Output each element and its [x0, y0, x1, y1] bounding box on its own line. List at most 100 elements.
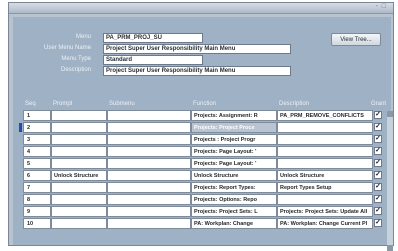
grant-checkbox[interactable]: ✓ — [374, 135, 382, 143]
function-cell[interactable]: Projects: Project Sets: L — [191, 206, 277, 217]
function-cell[interactable]: Projects: Options: Repo — [191, 194, 277, 205]
prompt-cell[interactable] — [51, 122, 107, 133]
prompt-cell[interactable] — [51, 182, 107, 193]
grant-cell[interactable]: ✓ — [373, 206, 385, 217]
prompt-cell[interactable] — [51, 158, 107, 169]
seq-cell[interactable]: 10 — [23, 218, 51, 229]
window-titlebar: ‐ □ — [9, 3, 393, 14]
grant-checkbox[interactable]: ✓ — [374, 219, 382, 227]
seq-cell[interactable]: 8 — [23, 194, 51, 205]
grant-checkbox[interactable]: ✓ — [374, 207, 382, 215]
description-cell[interactable]: Unlock Structure — [277, 170, 373, 181]
function-cell[interactable]: Projects: Page Layout: ' — [191, 146, 277, 157]
column-header-prompt: Prompt — [53, 101, 73, 107]
seq-cell[interactable]: 2 — [23, 122, 51, 133]
prompt-cell[interactable] — [51, 146, 107, 157]
table-row[interactable]: 10 PA: Workplan: Change PA: Workplan: Chan… — [23, 218, 385, 229]
grant-cell[interactable]: ✓ — [373, 158, 385, 169]
table-row[interactable]: 8 Projects: Options: Repo ✓ — [23, 194, 385, 205]
menu-label: Menu — [75, 34, 91, 40]
description-cell[interactable]: Report Types Setup — [277, 182, 373, 193]
grant-checkbox[interactable]: ✓ — [374, 195, 382, 203]
function-cell[interactable]: Projects: Project Proce — [191, 122, 277, 133]
table-row[interactable]: 5 Projects: Page Layout: ' ✓ — [23, 158, 385, 169]
seq-cell[interactable]: 6 — [23, 170, 51, 181]
menu-form-panel: Menu PA_PRM_PROJ_SU User Menu Name Proje… — [13, 17, 393, 251]
prompt-cell[interactable]: Unlock Structure — [51, 170, 107, 181]
seq-cell[interactable]: 3 — [23, 134, 51, 145]
grant-checkbox[interactable]: ✓ — [374, 171, 382, 179]
table-row[interactable]: 4 Projects: Page Layout: ' ✓ — [23, 146, 385, 157]
prompt-cell[interactable] — [51, 110, 107, 121]
seq-cell[interactable]: 5 — [23, 158, 51, 169]
description-field[interactable]: Project Super User Responsibility Main M… — [103, 66, 291, 76]
prompt-cell[interactable] — [51, 134, 107, 145]
grant-checkbox[interactable]: ✓ — [374, 123, 382, 131]
function-cell[interactable]: Projects: Assignment: R — [191, 110, 277, 121]
table-row[interactable]: 6 Unlock Structure Unlock Structure Unlock … — [23, 170, 385, 181]
column-header-submenu: Submenu — [109, 101, 135, 107]
prompt-cell[interactable] — [51, 218, 107, 229]
submenu-cell[interactable] — [107, 170, 191, 181]
column-header-function: Function — [193, 101, 217, 107]
function-cell[interactable]: PA: Workplan: Change — [191, 218, 277, 229]
submenu-cell[interactable] — [107, 110, 191, 121]
table-row[interactable]: 1 Projects: Assignment: R PA_PRM_REMOVE_CO… — [23, 110, 385, 121]
description-cell[interactable] — [277, 194, 373, 205]
submenu-cell[interactable] — [107, 158, 191, 169]
description-cell[interactable]: PA_PRM_REMOVE_CONFLICTS — [277, 110, 373, 121]
seq-cell[interactable]: 7 — [23, 182, 51, 193]
description-cell[interactable]: Projects: Project Sets: Update All — [277, 206, 373, 217]
grant-cell[interactable]: ✓ — [373, 134, 385, 145]
table-row[interactable]: 9 Projects: Project Sets: L Projects: Proj… — [23, 206, 385, 217]
prompt-cell[interactable] — [51, 206, 107, 217]
grant-cell[interactable]: ✓ — [373, 170, 385, 181]
seq-cell[interactable]: 4 — [23, 146, 51, 157]
menus-window: ‐ □ Menu PA_PRM_PROJ_SU User Menu Name P… — [8, 2, 394, 251]
grant-checkbox[interactable]: ✓ — [374, 183, 382, 191]
menu-type-field[interactable]: Standard — [103, 55, 203, 65]
table-row[interactable]: 3 Projects : Project Progr ✓ — [23, 134, 385, 145]
description-cell[interactable] — [277, 158, 373, 169]
view-tree-button[interactable]: View Tree... — [331, 33, 381, 46]
submenu-cell[interactable] — [107, 134, 191, 145]
window-controls-icon[interactable]: ‐ □ — [375, 3, 387, 10]
description-label: Description — [60, 67, 91, 73]
description-cell[interactable] — [277, 134, 373, 145]
menu-type-label: Menu Type — [61, 56, 91, 62]
seq-cell[interactable]: 1 — [23, 110, 51, 121]
submenu-cell[interactable] — [107, 146, 191, 157]
description-cell[interactable]: PA: Workplan: Change Current Pl — [277, 218, 373, 229]
function-cell[interactable]: Projects: Page Layout: ' — [191, 158, 277, 169]
function-cell[interactable]: Projects : Project Progr — [191, 134, 277, 145]
function-cell[interactable]: Projects: Report Types: — [191, 182, 277, 193]
grant-cell[interactable]: ✓ — [373, 218, 385, 229]
grant-checkbox[interactable]: ✓ — [374, 159, 382, 167]
grant-cell[interactable]: ✓ — [373, 194, 385, 205]
menu-field[interactable]: PA_PRM_PROJ_SU — [103, 33, 203, 43]
submenu-cell[interactable] — [107, 182, 191, 193]
function-cell[interactable]: Unlock Structure — [191, 170, 277, 181]
submenu-cell[interactable] — [107, 206, 191, 217]
user-menu-name-field[interactable]: Project Super User Responsibility Main M… — [103, 44, 291, 54]
grant-cell[interactable]: ✓ — [373, 146, 385, 157]
scroll-down-icon[interactable] — [387, 245, 393, 251]
seq-cell[interactable]: 9 — [23, 206, 51, 217]
grant-cell[interactable]: ✓ — [373, 110, 385, 121]
table-row[interactable]: 7 Projects: Report Types: Report Types Set… — [23, 182, 385, 193]
grant-checkbox[interactable]: ✓ — [374, 111, 382, 119]
column-header-description: Description — [279, 101, 310, 107]
grant-cell[interactable]: ✓ — [373, 122, 385, 133]
submenu-cell[interactable] — [107, 122, 191, 133]
table-row[interactable]: 2 Projects: Project Proce ✓ — [19, 122, 385, 133]
grant-checkbox[interactable]: ✓ — [374, 147, 382, 155]
submenu-cell[interactable] — [107, 194, 191, 205]
prompt-cell[interactable] — [51, 194, 107, 205]
grant-cell[interactable]: ✓ — [373, 182, 385, 193]
vertical-scrollbar[interactable] — [387, 111, 393, 251]
description-cell[interactable] — [277, 122, 373, 133]
column-header-grant: Grant — [371, 101, 387, 107]
description-cell[interactable] — [277, 146, 373, 157]
scroll-up-icon[interactable] — [387, 111, 393, 117]
submenu-cell[interactable] — [107, 218, 191, 229]
